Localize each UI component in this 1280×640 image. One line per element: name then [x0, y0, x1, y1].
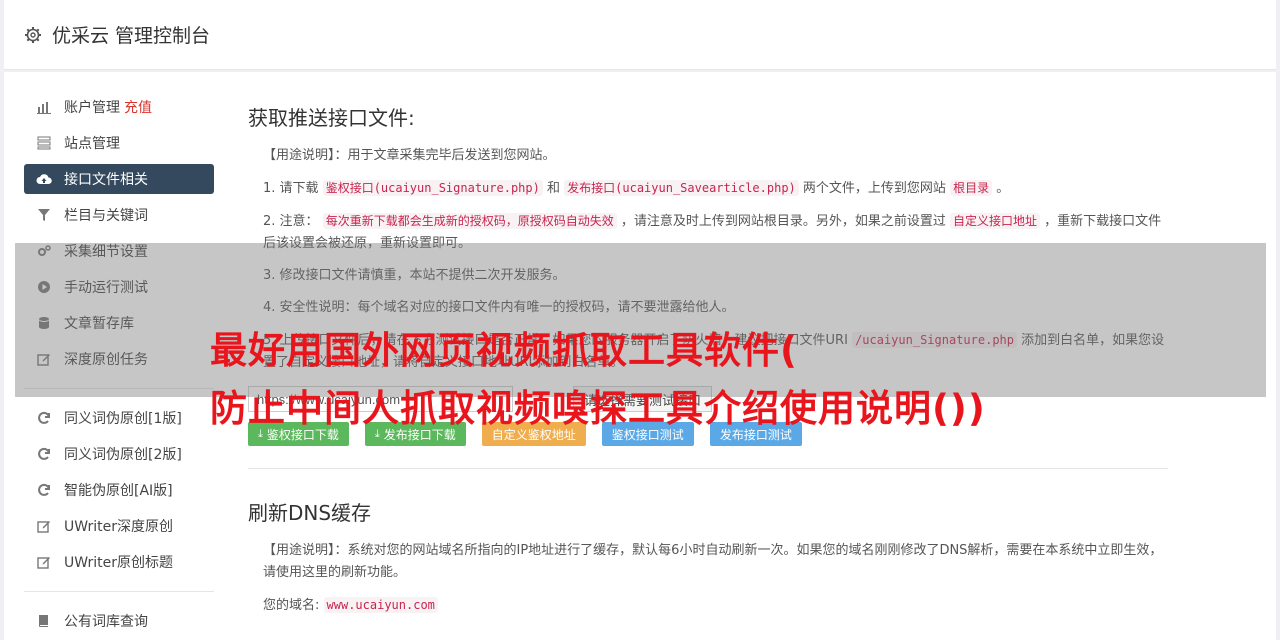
sidebar-item-label: 智能伪原创[AI版]: [64, 483, 173, 499]
cloud-upload-icon: [36, 171, 52, 187]
watermark-line-2: 防止中间人抓取视频嗅探工具介绍使用说明()): [210, 387, 986, 430]
custom-url-code: 自定义接口地址: [950, 213, 1041, 229]
sidebar-item-interface-files[interactable]: 接口文件相关: [24, 164, 214, 194]
sidebar-item-account[interactable]: 账户管理 充值: [24, 92, 214, 122]
server-icon: [36, 135, 52, 151]
step-text: 和: [547, 181, 561, 196]
usage-text: 【用途说明】：用于文章采集完毕后发送到您网站。: [263, 148, 556, 163]
sidebar-item-label: 同义词伪原创[2版]: [64, 447, 182, 463]
bar-chart-icon: [36, 99, 52, 115]
savearticle-file-code: 发布接口(ucaiyun_Savearticle.php): [564, 180, 799, 196]
step-text: 。: [996, 181, 1010, 196]
step-text: 两个文件，上传到您网站: [802, 181, 946, 196]
watermark-title: 最好用国外网页视频抓取工具软件( 防止中间人抓取视频嗅探工具介绍使用说明()): [210, 322, 986, 438]
section-divider: [248, 468, 1168, 469]
sidebar-item-ai-original[interactable]: 智能伪原创[AI版]: [24, 475, 214, 505]
refresh-icon: [36, 482, 52, 498]
edit-icon: [36, 554, 52, 570]
recharge-link[interactable]: 充值: [124, 97, 152, 117]
refresh-icon: [36, 410, 52, 426]
book-icon: [36, 613, 52, 629]
filter-icon: [36, 207, 52, 223]
section-title-dns: 刷新DNS缓存: [248, 501, 372, 525]
gear-icon[interactable]: [24, 26, 42, 44]
top-header: 优采云 管理控制台: [4, 0, 1276, 70]
sidebar-item-synonym-v1[interactable]: 同义词伪原创[1版]: [24, 403, 214, 433]
root-dir-code: 根目录: [950, 180, 993, 196]
refresh-icon: [36, 446, 52, 462]
sidebar-item-uwriter-original[interactable]: UWriter深度原创: [24, 511, 214, 541]
step-1: 1. 请下载 鉴权接口(ucaiyun_Signature.php) 和 发布接…: [248, 177, 1170, 200]
dns-usage-text: 【用途说明】：系统对您的网站域名所指向的IP地址进行了缓存，默认每6小时自动刷新…: [263, 543, 1163, 580]
step-text: ，请注意及时上传到网站根目录。另外，如果之前设置过: [620, 214, 946, 229]
sidebar-item-columns-keywords[interactable]: 栏目与关键词: [24, 200, 214, 230]
domain-value: www.ucaiyun.com: [323, 597, 438, 613]
step-text: 2. 注意：: [263, 214, 319, 229]
edit-icon: [36, 518, 52, 534]
sidebar-item-label: UWriter原创标题: [64, 555, 173, 571]
sidebar-item-label: 账户管理: [64, 100, 120, 116]
domain-row: 您的域名: www.ucaiyun.com: [248, 594, 1170, 617]
sidebar-item-public-lexicon[interactable]: 公有词库查询: [24, 606, 214, 636]
warning-code: 每次重新下载都会生成新的授权码，原授权码自动失效: [322, 213, 617, 229]
sidebar-item-label: 栏目与关键词: [64, 208, 148, 224]
sidebar-item-label: 同义词伪原创[1版]: [64, 411, 182, 427]
domain-label: 您的域名:: [263, 598, 320, 613]
sidebar-item-uwriter-title[interactable]: UWriter原创标题: [24, 547, 214, 577]
step-text: 1. 请下载: [263, 181, 319, 196]
section-title-interface: 获取推送接口文件:: [248, 106, 415, 130]
signature-file-code: 鉴权接口(ucaiyun_Signature.php): [322, 180, 543, 196]
sidebar-item-label: 站点管理: [64, 136, 120, 152]
sidebar-item-label: 接口文件相关: [64, 172, 148, 188]
sidebar-item-label: 公有词库查询: [64, 614, 148, 630]
app-title: 优采云 管理控制台: [52, 25, 211, 47]
sidebar-item-sites[interactable]: 站点管理: [24, 128, 214, 158]
sidebar-item-label: UWriter深度原创: [64, 519, 173, 535]
watermark-line-1: 最好用国外网页视频抓取工具软件(: [210, 329, 798, 372]
sidebar-divider: [24, 591, 214, 592]
sidebar-item-synonym-v2[interactable]: 同义词伪原创[2版]: [24, 439, 214, 469]
